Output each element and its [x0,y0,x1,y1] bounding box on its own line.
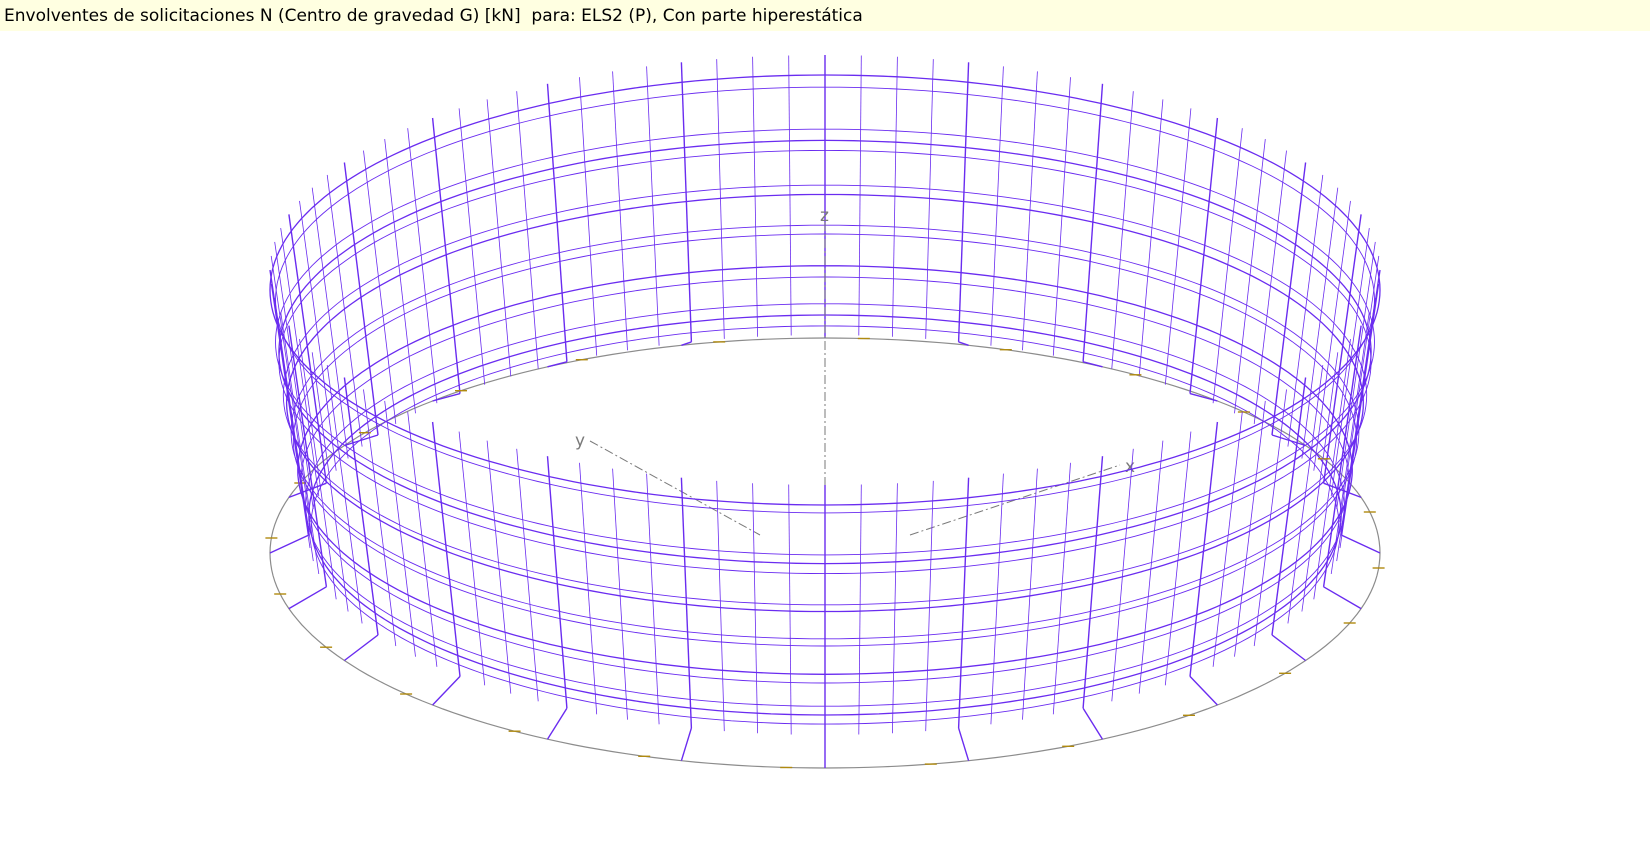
vertical-member [274,241,314,509]
vertical-member-main [431,117,461,394]
diagram-front-half [269,269,1385,769]
vertical-member [1164,431,1192,686]
vertical-member-main [1189,117,1219,394]
vertical-member-base [1082,707,1104,740]
vertical-member [788,484,792,735]
vertical-member-main [1082,83,1104,362]
vertical-member [407,128,438,404]
vertical-member [925,480,934,732]
vertical-member [752,483,758,734]
vertical-member [1330,311,1370,575]
vertical-member [458,108,486,385]
vertical-member-base [547,361,568,368]
vertical-member-main [1271,162,1307,436]
vertical-member [1164,108,1192,385]
vertical-member-base [1082,361,1103,368]
vertical-member-base [343,634,379,662]
z-axis-label: z [820,206,829,226]
vertical-member [1022,468,1038,720]
vertical-member [516,91,539,369]
vertical-member [458,431,486,686]
vertical-member-main [343,377,379,636]
vertical-member-base [546,707,568,740]
vertical-member-base [1189,675,1218,706]
vertical-member-base [432,675,461,706]
vertical-member-base [288,586,327,610]
vertical-member-base [1323,586,1362,610]
vertical-member-main [680,477,693,729]
vertical-member-main [957,477,970,729]
vertical-member-main [1271,377,1307,636]
structure-3d-view[interactable]: z y x [0,31,1650,844]
vertical-member [1111,91,1134,369]
vertical-member [1212,128,1243,404]
vertical-member [612,468,628,720]
x-axis-label: x [1125,457,1135,477]
model-viewport[interactable]: z y x [0,31,1650,844]
diagram-back-half [265,55,1381,554]
vertical-member [280,311,320,575]
vertical-member-base [680,727,693,761]
vertical-member-base [1340,534,1381,554]
vertical-member-base [957,727,970,761]
vertical-member [646,473,660,725]
vertical-member [858,484,862,735]
vertical-member-main [546,83,568,362]
vertical-member [1138,99,1164,377]
vertical-member-base [1271,634,1307,662]
y-axis-label: y [575,431,585,451]
vertical-member [716,480,725,732]
view-title: Envolventes de solicitaciones N (Centro … [0,0,1650,31]
vertical-member-main [343,162,379,436]
vertical-member [892,483,898,734]
vertical-member [990,473,1004,725]
vertical-member [1336,241,1376,509]
coordinate-axes: z y x [575,206,1135,565]
vertical-member [486,99,512,377]
